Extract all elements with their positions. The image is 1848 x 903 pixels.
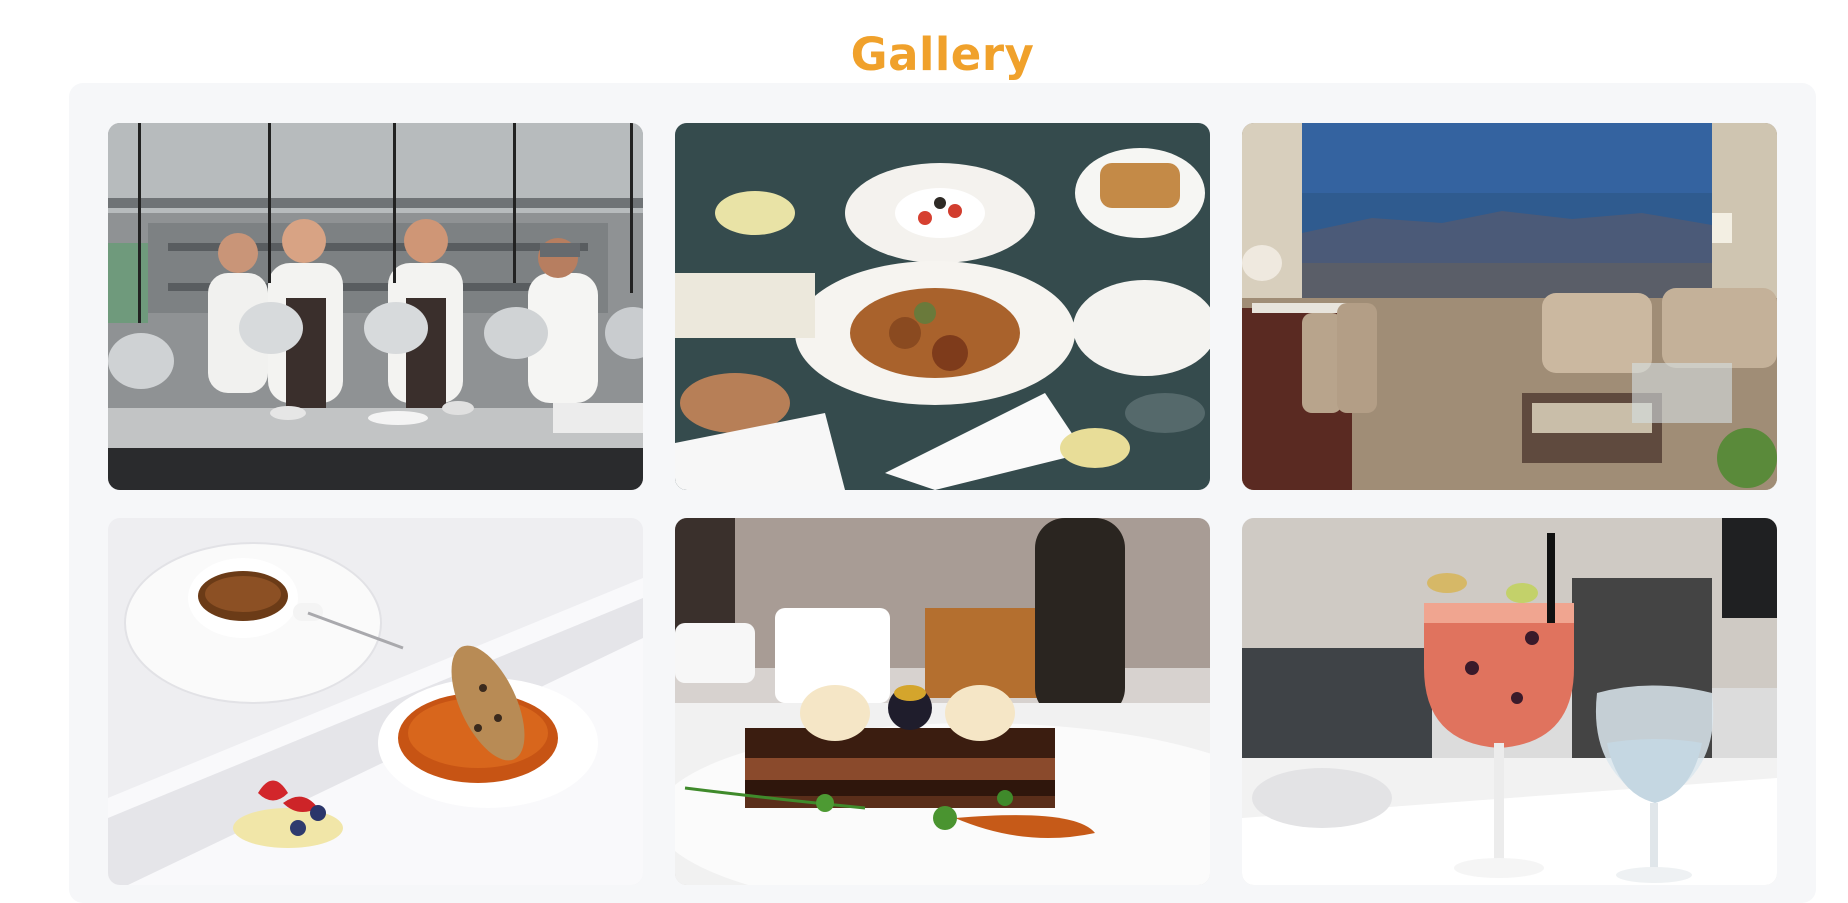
gallery-image-chocolate-cake[interactable] bbox=[675, 518, 1210, 885]
gallery-image-lounge-view[interactable] bbox=[1242, 123, 1777, 490]
gallery-image-kitchen-chefs[interactable] bbox=[108, 123, 643, 490]
gallery-image-cocktail-glass[interactable] bbox=[1242, 518, 1777, 885]
gallery-image-coffee-dessert[interactable] bbox=[108, 518, 643, 885]
gallery-image-table-dishes[interactable] bbox=[675, 123, 1210, 490]
gallery-title: Gallery bbox=[850, 28, 1035, 82]
